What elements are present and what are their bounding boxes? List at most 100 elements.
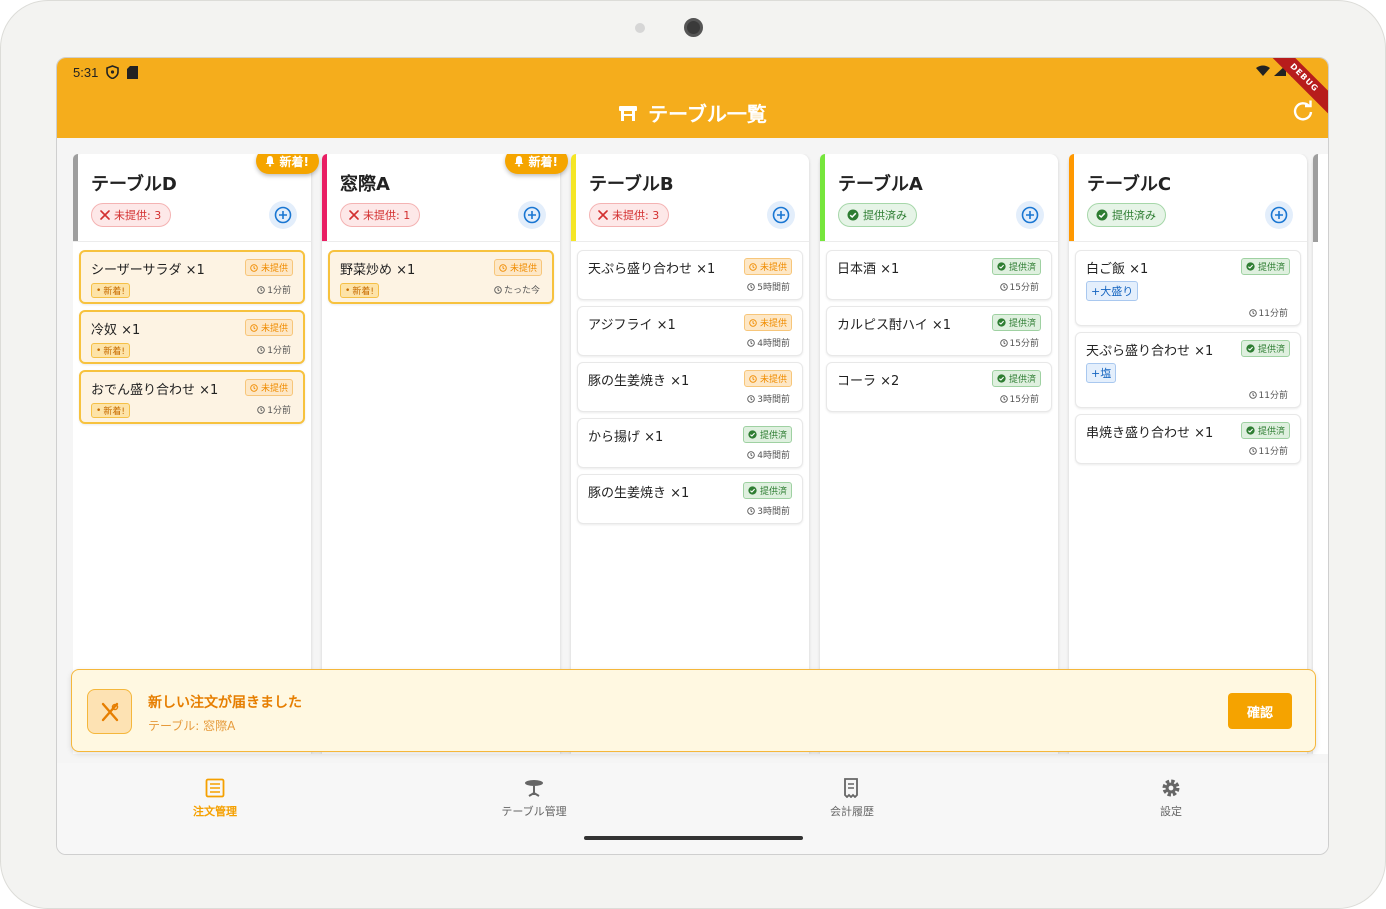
order-item-status-text: 提供済 xyxy=(1008,319,1036,329)
order-item-status[interactable]: 未提供 xyxy=(743,314,792,331)
order-item-time: 4時間前 xyxy=(747,448,790,461)
add-order-button[interactable] xyxy=(518,201,546,229)
order-item[interactable]: から揚げ ×1 提供済 4時間前 xyxy=(577,418,803,468)
order-item[interactable]: コーラ ×2 提供済 15分前 xyxy=(826,362,1052,412)
order-item-time-text: 11分前 xyxy=(1258,391,1288,401)
order-item-status[interactable]: 提供済 xyxy=(742,482,792,499)
order-item-time-text: 1分前 xyxy=(267,406,291,416)
nav-item[interactable]: 注文管理 xyxy=(145,777,285,819)
item-option-tag: +大盛り xyxy=(1086,281,1139,301)
table-column: 窓際A 未提供: 1 新着! 野菜炒め ×1 未提供 • 新着! たった今 xyxy=(322,154,568,754)
order-item-time: 15分前 xyxy=(999,392,1039,405)
clock-icon xyxy=(250,383,258,392)
confirm-button[interactable]: 確認 xyxy=(1228,693,1292,729)
add-order-button[interactable] xyxy=(1016,201,1044,229)
refresh-icon[interactable] xyxy=(1292,100,1314,122)
order-list: 日本酒 ×1 提供済 15分前 カルピス酎ハイ ×1 提供済 15分前 コーラ ×2 提供済 1… xyxy=(826,250,1052,418)
order-list: 天ぷら盛り合わせ ×1 未提供 5時間前 アジフライ ×1 未提供 4時間前 豚の生姜焼き … xyxy=(577,250,803,530)
order-item[interactable]: カルピス酎ハイ ×1 提供済 15分前 xyxy=(826,306,1052,356)
clock-icon xyxy=(494,285,502,294)
sd-card-icon xyxy=(127,65,139,79)
item-option-tag: +塩 xyxy=(1086,363,1117,383)
order-item[interactable]: 豚の生姜焼き ×1 提供済 3時間前 xyxy=(577,474,803,524)
order-item[interactable]: アジフライ ×1 未提供 4時間前 xyxy=(577,306,803,356)
order-item-status-text: 未提供 xyxy=(759,263,787,273)
list-icon xyxy=(205,777,225,799)
order-item-time-text: 3時間前 xyxy=(757,507,790,517)
new-item-tag: • 新着! xyxy=(340,283,379,298)
clock-icon xyxy=(747,506,756,515)
order-item-name: 天ぷら盛り合わせ ×1 xyxy=(588,262,716,277)
order-item-time: 11分前 xyxy=(1248,444,1288,457)
order-item-status[interactable]: 提供済 xyxy=(991,314,1041,331)
order-item-status[interactable]: 未提供 xyxy=(743,258,792,275)
new-order-notification: 新しい注文が届きました テーブル: 窓際A 確認 xyxy=(71,669,1316,752)
column-status-chip: 未提供: 1 xyxy=(340,203,421,227)
nav-item[interactable]: テーブル管理 xyxy=(464,777,604,819)
bottom-navigation: 注文管理 テーブル管理 会計履歴 設定 xyxy=(57,763,1328,854)
clock-icon xyxy=(499,263,507,272)
home-indicator[interactable] xyxy=(584,836,803,840)
clock-icon xyxy=(747,338,756,347)
order-item-status[interactable]: 未提供 xyxy=(244,319,293,336)
order-item-name: 豚の生姜焼き ×1 xyxy=(588,486,690,501)
column-title: テーブルA xyxy=(838,174,923,195)
order-item[interactable]: 日本酒 ×1 提供済 15分前 xyxy=(826,250,1052,300)
check-circle-icon xyxy=(997,262,1006,271)
order-item-name: コーラ ×2 xyxy=(837,374,900,389)
nav-item[interactable]: 設定 xyxy=(1101,777,1241,819)
order-item-time-text: 11分前 xyxy=(1258,447,1288,457)
order-item-name: 日本酒 ×1 xyxy=(837,262,900,277)
order-item-time: 11分前 xyxy=(1248,306,1288,319)
next-column-peek[interactable] xyxy=(1313,154,1328,754)
order-item-time: 1分前 xyxy=(257,343,291,356)
add-circle-icon xyxy=(1270,206,1288,224)
order-item-status[interactable]: 提供済 xyxy=(1240,422,1290,439)
order-item-status[interactable]: 未提供 xyxy=(493,259,542,276)
order-item[interactable]: シーザーサラダ ×1 未提供 • 新着! 1分前 xyxy=(79,250,305,304)
order-item[interactable]: 串焼き盛り合わせ ×1 提供済 11分前 xyxy=(1075,414,1301,464)
order-item-time: たった今 xyxy=(494,283,540,296)
clock-icon xyxy=(1248,390,1257,399)
order-item[interactable]: 天ぷら盛り合わせ ×1 未提供 5時間前 xyxy=(577,250,803,300)
nav-item[interactable]: 会計履歴 xyxy=(782,777,922,819)
order-item-name: 串焼き盛り合わせ ×1 xyxy=(1086,426,1214,441)
order-item[interactable]: 豚の生姜焼き ×1 未提供 3時間前 xyxy=(577,362,803,412)
dot-icon: • xyxy=(96,405,102,416)
order-item-status[interactable]: 提供済 xyxy=(991,370,1041,387)
order-item[interactable]: おでん盛り合わせ ×1 未提供 • 新着! 1分前 xyxy=(79,370,305,424)
column-status-text: 提供済み xyxy=(1112,209,1156,222)
order-item-name: 豚の生姜焼き ×1 xyxy=(588,374,690,389)
order-item-name: カルピス酎ハイ ×1 xyxy=(837,318,952,333)
add-order-button[interactable] xyxy=(1265,201,1293,229)
status-time: 5:31 xyxy=(73,64,99,80)
order-item[interactable]: 冷奴 ×1 未提供 • 新着! 1分前 xyxy=(79,310,305,364)
clock-icon xyxy=(999,282,1008,291)
new-item-tag-text: 新着! xyxy=(352,287,374,297)
add-order-button[interactable] xyxy=(767,201,795,229)
order-item-time-text: たった今 xyxy=(503,286,540,296)
check-circle-icon xyxy=(748,486,757,495)
order-item-name: 冷奴 ×1 xyxy=(91,323,141,338)
order-item-status[interactable]: 未提供 xyxy=(244,379,293,396)
order-item[interactable]: 天ぷら盛り合わせ ×1 提供済 +塩 11分前 xyxy=(1075,332,1301,408)
column-status-chip: 未提供: 3 xyxy=(589,203,670,227)
order-item-status[interactable]: 提供済 xyxy=(742,426,792,443)
order-item-name: 天ぷら盛り合わせ ×1 xyxy=(1086,344,1214,359)
status-bar: 5:31 xyxy=(73,63,139,81)
order-item-status[interactable]: 提供済 xyxy=(1240,258,1290,275)
check-circle-icon xyxy=(1246,426,1255,435)
order-item-status[interactable]: 未提供 xyxy=(244,259,293,276)
order-item-status[interactable]: 提供済 xyxy=(1240,340,1290,357)
order-item-status[interactable]: 提供済 xyxy=(991,258,1041,275)
clock-icon xyxy=(749,374,757,383)
order-item-status[interactable]: 未提供 xyxy=(743,370,792,387)
column-status-chip: 提供済み xyxy=(838,203,917,227)
order-item[interactable]: 白ご飯 ×1 提供済 +大盛り 11分前 xyxy=(1075,250,1301,326)
order-item-time: 3時間前 xyxy=(747,504,790,517)
order-item[interactable]: 野菜炒め ×1 未提供 • 新着! たった今 xyxy=(328,250,554,304)
utensils-icon xyxy=(87,689,132,734)
add-order-button[interactable] xyxy=(269,201,297,229)
clock-icon xyxy=(1248,446,1257,455)
new-item-tag: • 新着! xyxy=(91,403,130,418)
